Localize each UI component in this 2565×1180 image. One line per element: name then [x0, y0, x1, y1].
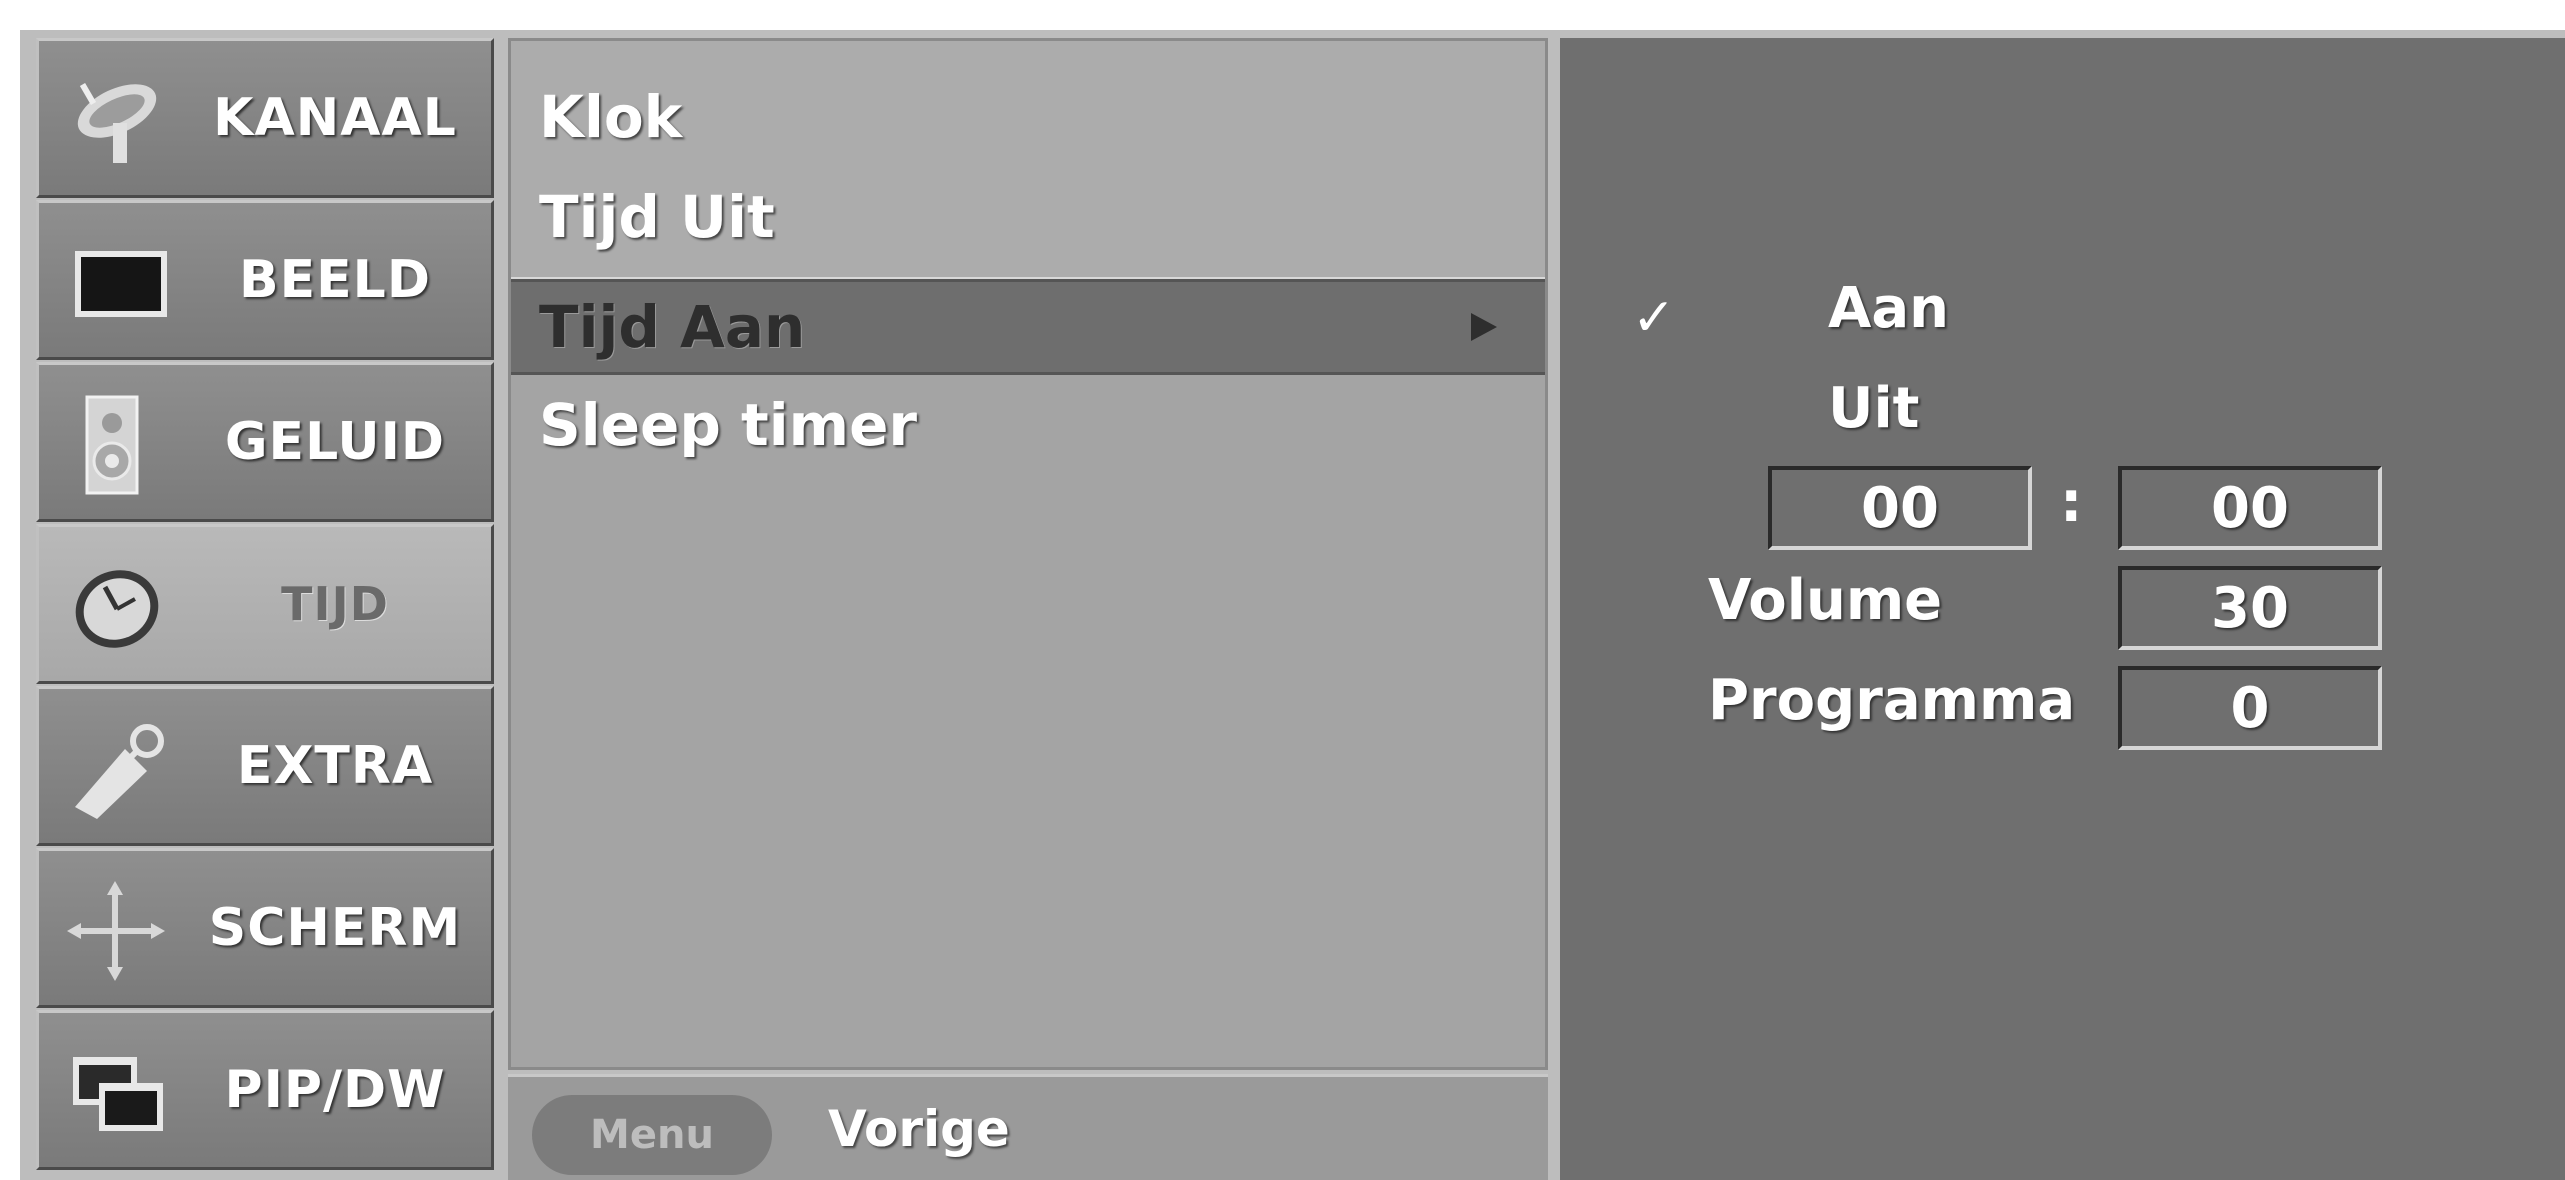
menu-item-tijd-aan[interactable]: Tijd Aan: [511, 279, 1545, 375]
sidebar-item-label: BEELD: [239, 250, 431, 310]
sidebar-item-label: SCHERM: [208, 898, 462, 958]
sidebar-item-label: TIJD: [281, 577, 389, 631]
move-arrows-icon: [67, 881, 165, 981]
programma-field[interactable]: 0: [2118, 666, 2382, 750]
option-uit[interactable]: Uit: [1828, 376, 1919, 441]
footer-bar: Menu Vorige: [508, 1074, 1548, 1180]
time-colon: :: [2060, 470, 2083, 535]
satellite-dish-icon: [77, 82, 157, 163]
sidebar-item-label: PIP/DW: [224, 1060, 446, 1120]
menu-item-klok[interactable]: Klok: [511, 69, 1545, 165]
sidebar-item-extra[interactable]: EXTRA: [36, 686, 494, 846]
sidebar-item-label: EXTRA: [236, 736, 434, 796]
programma-label: Programma: [1708, 668, 2076, 733]
sidebar-item-beeld[interactable]: BEELD: [36, 200, 494, 360]
sidebar-item-geluid[interactable]: GELUID: [36, 362, 494, 522]
minute-field[interactable]: 00: [2118, 466, 2382, 550]
screen-icon: [75, 251, 167, 317]
pip-windows-icon: [73, 1057, 163, 1131]
tijd-aan-settings: ✓ Aan Uit 00 : 00 Volume 30 Programma 0: [1560, 38, 2565, 1180]
sidebar-item-tijd[interactable]: TIJD: [36, 524, 494, 684]
speaker-icon: [85, 395, 139, 495]
menu-item-tijd-uit[interactable]: Tijd Uit: [511, 169, 1545, 265]
back-label: Vorige: [828, 1099, 1010, 1158]
sidebar-item-label: GELUID: [224, 412, 446, 472]
sidebar: KANAAL BEELD GELUID TIJD EXTRA SCHERM PI…: [36, 38, 494, 1180]
menu-item-sleep-timer[interactable]: Sleep timer: [511, 377, 1545, 473]
clock-icon: [75, 570, 159, 648]
sidebar-item-pip-dw[interactable]: PIP/DW: [36, 1010, 494, 1170]
volume-label: Volume: [1708, 568, 1943, 633]
sidebar-item-kanaal[interactable]: KANAAL: [36, 38, 494, 198]
sidebar-item-scherm[interactable]: SCHERM: [36, 848, 494, 1008]
hour-field[interactable]: 00: [1768, 466, 2032, 550]
sidebar-item-label: KANAAL: [213, 88, 457, 148]
timer-menu: Klok Tijd Uit Tijd Aan Sleep timer: [508, 38, 1548, 1070]
submenu-arrow-icon: [1471, 313, 1497, 341]
option-aan[interactable]: Aan: [1828, 276, 1949, 341]
tag-icon: [75, 724, 164, 819]
volume-field[interactable]: 30: [2118, 566, 2382, 650]
menu-button[interactable]: Menu: [532, 1095, 772, 1175]
menu-item-label: Tijd Aan: [539, 293, 806, 361]
checkmark-icon: ✓: [1632, 288, 1676, 348]
